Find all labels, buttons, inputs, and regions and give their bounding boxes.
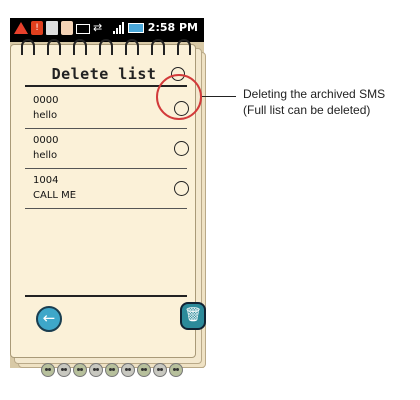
decorative-faces xyxy=(41,363,201,377)
message-number: 0000 xyxy=(33,135,59,146)
message-select-radio[interactable] xyxy=(174,181,189,196)
message-number: 1004 xyxy=(33,175,59,186)
back-button[interactable]: ← xyxy=(36,306,62,332)
face-icon xyxy=(169,363,183,377)
callout-connector xyxy=(202,96,236,97)
ring-icon xyxy=(47,39,61,55)
ring-icon xyxy=(151,39,165,55)
status-icons-right: 2:58 PM xyxy=(112,21,198,34)
warning-icon xyxy=(14,22,28,34)
signal-icon xyxy=(112,21,124,34)
mail-icon xyxy=(76,24,90,34)
trash-icon: 🗑 xyxy=(184,307,202,323)
face-icon xyxy=(121,363,135,377)
status-time: 2:58 PM xyxy=(147,21,198,34)
message-number: 0000 xyxy=(33,95,59,106)
usb-icon: ⇄ xyxy=(93,21,103,34)
ring-icon xyxy=(73,39,87,55)
callout-line-1: Deleting the archived SMS xyxy=(243,87,386,101)
phone-frame: ! ⇄ 2:58 PM Delete list 0000 hello 0000 … xyxy=(10,18,206,377)
message-text: hello xyxy=(33,110,58,121)
face-icon xyxy=(57,363,71,377)
message-text: hello xyxy=(33,150,58,161)
ring-icon xyxy=(177,39,191,55)
face-icon xyxy=(41,363,55,377)
message-row[interactable]: 1004 CALL ME xyxy=(25,169,189,209)
contact-icon xyxy=(61,21,73,35)
face-icon xyxy=(137,363,151,377)
notification-icon: ! xyxy=(31,21,43,35)
callout-line-2: (Full list can be deleted) xyxy=(243,103,371,117)
callout-text: Deleting the archived SMS (Full list can… xyxy=(243,86,385,118)
face-icon xyxy=(89,363,103,377)
bottom-divider xyxy=(25,295,187,297)
face-icon xyxy=(73,363,87,377)
face-icon xyxy=(153,363,167,377)
ring-icon xyxy=(99,39,113,55)
ring-icon xyxy=(21,39,35,55)
face-icon xyxy=(105,363,119,377)
sim-icon xyxy=(46,21,58,35)
message-row[interactable]: 0000 hello xyxy=(25,129,189,169)
battery-icon xyxy=(127,22,144,33)
ring-icon xyxy=(125,39,139,55)
message-text: CALL ME xyxy=(33,190,77,201)
status-icons-left: ! ⇄ xyxy=(14,21,102,35)
notebook-rings xyxy=(21,39,191,59)
highlight-circle xyxy=(156,74,202,120)
back-arrow-icon: ← xyxy=(42,309,56,327)
message-select-radio[interactable] xyxy=(174,141,189,156)
delete-button[interactable]: 🗑 xyxy=(180,302,206,330)
